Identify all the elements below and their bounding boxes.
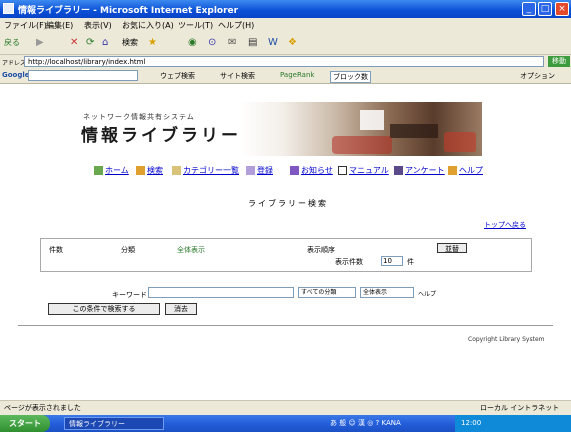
- menu-file[interactable]: ファイル(F): [4, 20, 47, 31]
- survey-icon: [394, 166, 403, 175]
- menu-bar: ファイル(F) 編集(E) 表示(V) お気に入り(A) ツール(T) ヘルプ(…: [0, 18, 571, 32]
- status-text: ページが表示されました: [4, 404, 81, 412]
- ime-language-bar[interactable]: あ 般 ☺ 漢 ◎ ? KANA: [330, 418, 401, 428]
- mail-icon[interactable]: ✉: [228, 35, 236, 50]
- nav-category[interactable]: カテゴリー一覧: [172, 164, 239, 178]
- google-web-search[interactable]: ウェブ検索: [160, 71, 195, 81]
- address-label: アドレス: [2, 60, 27, 67]
- help-icon: [448, 166, 457, 175]
- copyright-text: Copyright Library System: [468, 336, 545, 343]
- print-icon[interactable]: ▤: [248, 35, 257, 50]
- forward-icon[interactable]: ▶: [36, 35, 44, 50]
- edit-icon[interactable]: W: [268, 35, 278, 50]
- display-count-label: 表示件数: [335, 258, 363, 266]
- category-icon: [172, 166, 181, 175]
- address-input[interactable]: http://localhost/library/index.html: [24, 56, 544, 67]
- messenger-icon[interactable]: ❖: [288, 35, 297, 50]
- google-toolbar: Google ウェブ検索 サイト検索 PageRank ブロック数 オプション: [0, 69, 571, 84]
- menu-tools[interactable]: ツール(T): [178, 20, 213, 31]
- sort-button[interactable]: 並替: [437, 243, 467, 253]
- start-button[interactable]: スタート: [0, 415, 50, 432]
- home-icon[interactable]: ⌂: [102, 35, 108, 50]
- window-title: 情報ライブラリー - Microsoft Internet Explorer: [18, 6, 239, 16]
- nav-news[interactable]: お知らせ: [290, 164, 333, 178]
- ie-app-icon: [3, 3, 14, 14]
- taskbar-browser-item[interactable]: 情報ライブラリー: [64, 417, 164, 430]
- register-icon: [246, 166, 255, 175]
- back-button[interactable]: 戻る: [4, 35, 20, 50]
- keyword-input[interactable]: [148, 287, 294, 298]
- result-header-box: 件数 分類 全体表示 表示順序 並替 表示件数 10 件: [40, 238, 532, 272]
- search-icon: [136, 166, 145, 175]
- search-submit-button[interactable]: この条件で検索する: [48, 303, 160, 315]
- menu-favorites[interactable]: お気に入り(A): [122, 20, 174, 31]
- back-to-top-link[interactable]: トップへ戻る: [484, 220, 526, 230]
- maximize-button[interactable]: □: [538, 2, 552, 16]
- menu-edit[interactable]: 編集(E): [46, 20, 73, 31]
- search-button[interactable]: 検索: [122, 35, 138, 50]
- browser-toolbar: 戻る ▶ ✕ ⟳ ⌂ 検索 ★ ◉ ⊙ ✉ ▤ W ❖: [0, 32, 571, 55]
- col-category: 分類: [121, 246, 135, 254]
- tray-clock: 12:00: [461, 419, 482, 427]
- history-icon[interactable]: ⊙: [208, 35, 216, 50]
- close-button[interactable]: ×: [555, 2, 569, 16]
- minimize-button[interactable]: _: [522, 2, 536, 16]
- google-search-input[interactable]: [28, 70, 138, 81]
- google-popup-blocked[interactable]: ブロック数: [330, 71, 371, 83]
- media-icon[interactable]: ◉: [188, 35, 197, 50]
- nav-links: ホーム 検索 カテゴリー一覧 登録 お知らせ マニュアル アンケート ヘルプ: [0, 164, 571, 178]
- nav-survey[interactable]: アンケート: [394, 164, 445, 178]
- go-button[interactable]: 移動: [548, 56, 570, 67]
- nav-manual[interactable]: マニュアル: [338, 164, 389, 178]
- keyword-label: キーワード: [112, 291, 147, 299]
- google-options[interactable]: オプション: [520, 71, 555, 81]
- home-icon: [94, 166, 103, 175]
- subcategory-select[interactable]: 全体表示: [360, 287, 414, 298]
- status-bar: ページが表示されました ローカル イントラネット: [0, 400, 571, 415]
- nav-register[interactable]: 登録: [246, 164, 273, 178]
- display-count-select[interactable]: 10: [381, 256, 403, 266]
- col-count: 件数: [49, 246, 63, 254]
- footer-divider: [18, 325, 553, 326]
- menu-view[interactable]: 表示(V): [84, 20, 112, 31]
- col-display-all[interactable]: 全体表示: [177, 245, 205, 255]
- search-help-link[interactable]: ヘルプ: [418, 289, 436, 298]
- favorites-icon[interactable]: ★: [148, 35, 157, 50]
- page-content: ネットワーク情報共有システム 情報ライブラリー ホーム 検索 カテゴリー一覧 登…: [0, 84, 571, 400]
- system-tray: 12:00: [455, 415, 571, 432]
- brand-title: 情報ライブラリー: [81, 126, 241, 146]
- nav-search[interactable]: 検索: [136, 164, 163, 178]
- google-site-search[interactable]: サイト検索: [220, 71, 255, 81]
- display-count-unit: 件: [407, 258, 414, 266]
- news-icon: [290, 166, 299, 175]
- status-zone: ローカル イントラネット: [480, 404, 560, 412]
- manual-icon: [338, 166, 347, 175]
- google-logo: Google: [2, 71, 30, 79]
- refresh-icon[interactable]: ⟳: [86, 35, 94, 50]
- stop-icon[interactable]: ✕: [70, 35, 78, 50]
- address-bar: アドレス http://localhost/library/index.html…: [0, 55, 571, 69]
- nav-help[interactable]: ヘルプ: [448, 164, 483, 178]
- category-select[interactable]: すべての分類: [298, 287, 356, 298]
- library-banner-image: [240, 102, 482, 156]
- menu-help[interactable]: ヘルプ(H): [218, 20, 254, 31]
- clear-button[interactable]: 消去: [165, 303, 197, 315]
- window-title-bar: 情報ライブラリー - Microsoft Internet Explorer _…: [0, 0, 571, 18]
- col-order: 表示順序: [307, 246, 335, 254]
- taskbar: スタート 情報ライブラリー あ 般 ☺ 漢 ◎ ? KANA 12:00: [0, 415, 571, 432]
- section-title: ライブラリー検索: [248, 199, 328, 208]
- google-pagerank[interactable]: PageRank: [280, 71, 314, 79]
- nav-home[interactable]: ホーム: [94, 164, 129, 178]
